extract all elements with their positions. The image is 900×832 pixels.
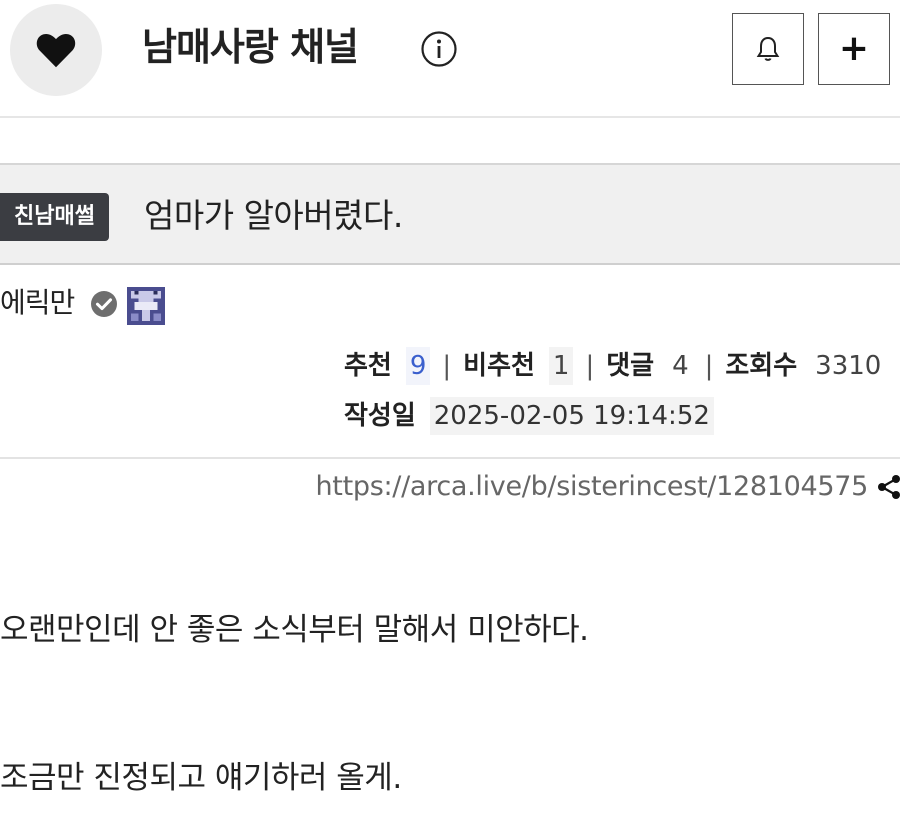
stat-separator: | [704, 351, 714, 381]
post-title-bar [0, 163, 900, 265]
verified-check-icon [90, 290, 118, 318]
heart-icon [36, 33, 76, 68]
downvote-count: 1 [548, 347, 574, 385]
stat-separator: | [442, 351, 452, 381]
recommend-label: 추천 [344, 351, 392, 381]
author-name[interactable]: 에릭만 [0, 283, 75, 323]
bell-icon [756, 36, 780, 61]
category-badge[interactable]: 친남매썰 [0, 193, 109, 241]
views-count: 3310 [815, 351, 882, 381]
subscribe-button[interactable]: + [818, 13, 890, 85]
author-avatar-icon [127, 287, 165, 325]
views-label: 조회수 [725, 351, 798, 381]
info-divider [0, 457, 900, 459]
post-url-link[interactable]: https://arca.live/b/sisterincest/1281045… [316, 467, 869, 507]
share-icon[interactable] [876, 473, 900, 501]
comments-label: 댓글 [606, 351, 655, 381]
post-title: 엄마가 알아버렸다. [144, 196, 403, 235]
recommend-count: 9 [405, 347, 431, 385]
post-date-row: 작성일 2025-02-05 19:14:52 [344, 397, 714, 435]
downvote-label: 비추천 [463, 351, 535, 381]
channel-title[interactable]: 남매사랑 채널 [142, 22, 359, 72]
date-value: 2025-02-05 19:14:52 [429, 397, 714, 435]
stat-separator: | [585, 351, 595, 381]
date-label: 작성일 [344, 401, 416, 431]
post-body-paragraph: 조금만 진정되고 얘기하러 올게. [0, 760, 402, 796]
info-icon[interactable] [420, 30, 458, 68]
comments-count: 4 [672, 351, 689, 381]
channel-icon[interactable] [10, 4, 102, 96]
header-divider [0, 116, 900, 118]
post-body-paragraph: 오랜만인데 안 좋은 소식부터 말해서 미안하다. [0, 612, 589, 648]
post-stats: 추천 9 | 비추천 1 | 댓글 4 | 조회수 3310 [344, 347, 885, 385]
notification-button[interactable] [732, 13, 804, 85]
